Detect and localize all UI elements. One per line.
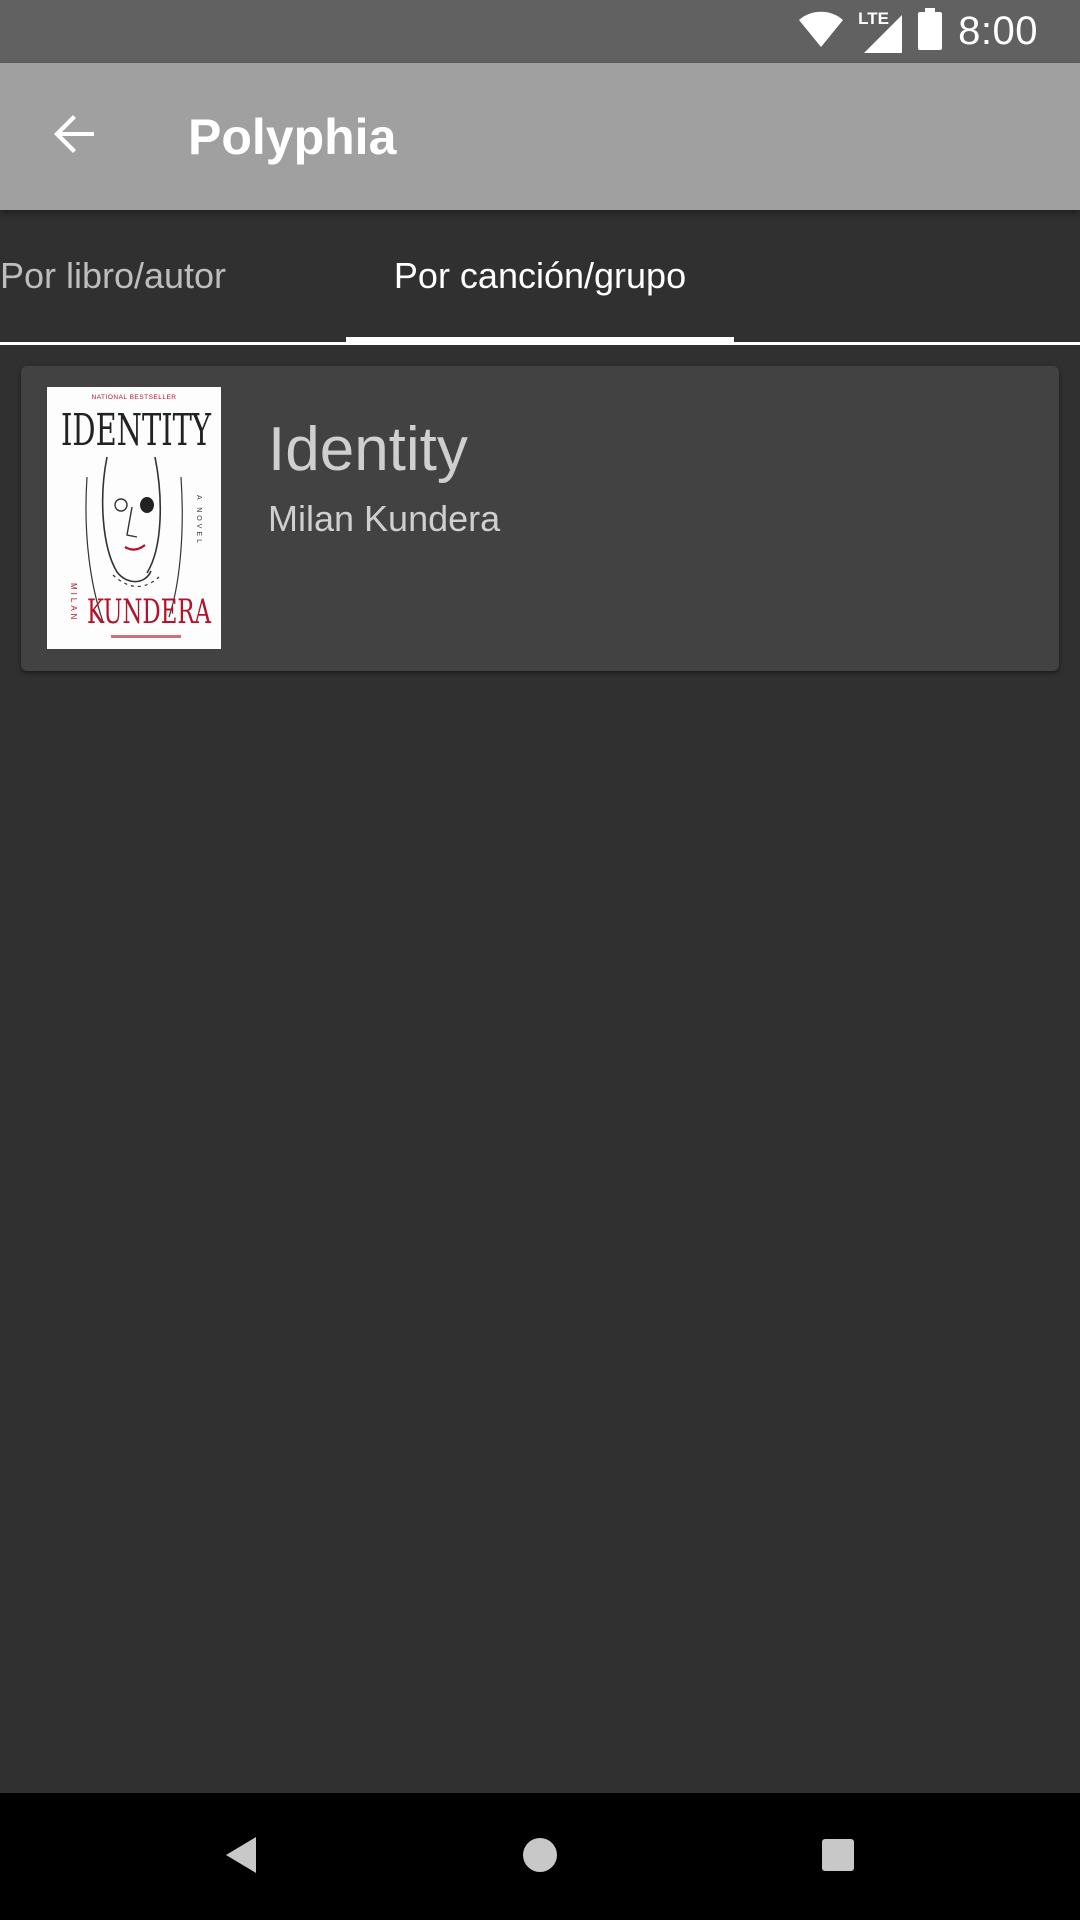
- wifi-icon: [798, 10, 844, 53]
- system-nav-bar: [0, 1793, 1080, 1920]
- cover-author-last: KUNDERA: [87, 592, 211, 632]
- nav-recents-icon: [821, 1838, 855, 1877]
- book-cover-art: NATIONAL BESTSELLER IDENTITY A NOVEL MIL…: [47, 387, 221, 649]
- cover-title: IDENTITY: [61, 405, 212, 456]
- nav-back-icon: [223, 1835, 259, 1880]
- status-bar: LTE 8:00: [0, 0, 1080, 63]
- nav-back-button[interactable]: [199, 1815, 283, 1899]
- page-title: Polyphia: [188, 108, 397, 165]
- back-button[interactable]: [26, 89, 122, 185]
- cover-author-first: MILAN: [69, 583, 78, 622]
- cover-subtitle: A NOVEL: [195, 495, 202, 546]
- tab-indicator: [346, 337, 734, 344]
- tab-bar: Por libro/autor Por canción/grupo: [0, 210, 1080, 345]
- tab-label: Por canción/grupo: [393, 255, 687, 296]
- app-bar: Polyphia: [0, 63, 1080, 210]
- nav-recents-button[interactable]: [796, 1815, 880, 1899]
- lte-signal-icon: LTE: [858, 9, 904, 53]
- book-card[interactable]: NATIONAL BESTSELLER IDENTITY A NOVEL MIL…: [21, 366, 1059, 671]
- status-time: 8:00: [958, 9, 1038, 53]
- cover-banner: NATIONAL BESTSELLER: [92, 394, 177, 401]
- book-title: Identity: [268, 415, 468, 484]
- book-cover-image: NATIONAL BESTSELLER IDENTITY A NOVEL MIL…: [47, 387, 221, 649]
- book-author: Milan Kundera: [268, 498, 501, 539]
- results-list: NATIONAL BESTSELLER IDENTITY A NOVEL MIL…: [0, 345, 1080, 1793]
- battery-icon: [918, 8, 943, 55]
- tab-label: Por libro/autor: [0, 255, 227, 296]
- nav-home-icon: [521, 1836, 559, 1879]
- tab-por-cancion-grupo[interactable]: Por canción/grupo: [346, 210, 734, 342]
- tab-por-libro-autor[interactable]: Por libro/autor: [0, 210, 286, 342]
- arrow-back-icon: [50, 110, 98, 163]
- nav-home-button[interactable]: [498, 1815, 582, 1899]
